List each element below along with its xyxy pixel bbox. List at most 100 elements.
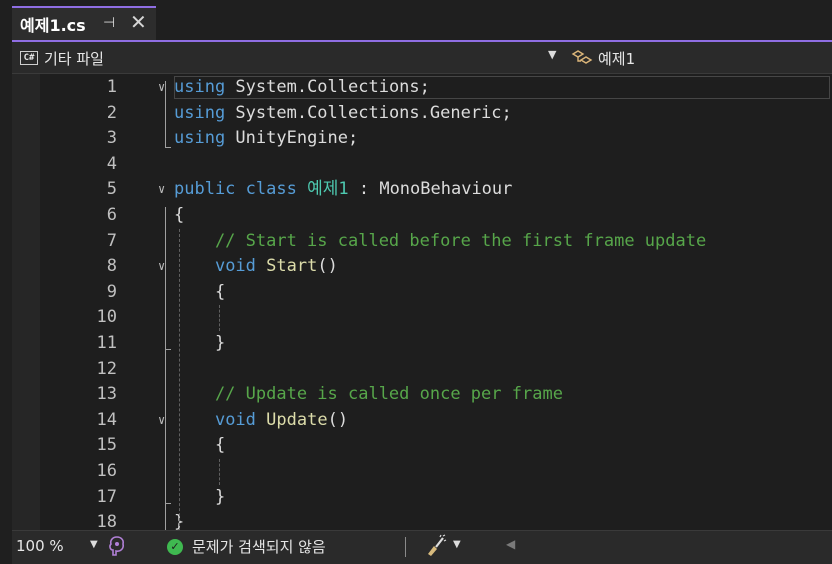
class-icon bbox=[571, 50, 593, 64]
code-token: class bbox=[245, 179, 297, 200]
code-text: { bbox=[174, 433, 225, 459]
code-line[interactable]: 2 using System.Collections.Generic; bbox=[12, 101, 832, 127]
issues-status[interactable]: 문제가 검색되지 않음 bbox=[192, 536, 326, 557]
code-text: { bbox=[174, 280, 225, 306]
line-number: 15 bbox=[96, 435, 117, 456]
code-token: { bbox=[174, 205, 185, 225]
line-number: 17 bbox=[96, 486, 117, 507]
code-token: } bbox=[174, 333, 226, 353]
project-dropdown[interactable]: C# 기타 파일 bbox=[14, 45, 564, 71]
class-dropdown[interactable]: 예제1 bbox=[570, 45, 832, 71]
intellicode-icon[interactable] bbox=[107, 535, 127, 557]
code-text: using UnityEngine; bbox=[174, 126, 358, 152]
indent-guide bbox=[219, 459, 220, 485]
line-number: 12 bbox=[96, 358, 117, 379]
chevron-down-icon[interactable]: ▼ bbox=[548, 48, 556, 61]
horizontal-scrollbar[interactable] bbox=[527, 535, 827, 559]
status-bar: 100 % ▼ ✓ 문제가 검색되지 않음 ▼ ◀ bbox=[12, 530, 832, 564]
code-text: } bbox=[174, 331, 225, 357]
code-token: Start bbox=[266, 256, 318, 277]
code-line[interactable]: 12 bbox=[12, 357, 832, 383]
code-line[interactable]: 7 // Start is called before the first fr… bbox=[12, 229, 832, 255]
code-editor[interactable]: 1 ∨ using System.Collections; 2 using System… bbox=[12, 74, 832, 530]
pin-icon[interactable]: ⊣ bbox=[103, 15, 115, 31]
line-number: 4 bbox=[106, 153, 117, 174]
code-line[interactable]: 10 bbox=[12, 305, 832, 331]
code-token: UnityEngine; bbox=[225, 128, 359, 149]
line-number: 2 bbox=[106, 102, 117, 123]
code-token: : MonoBehaviour bbox=[348, 179, 513, 200]
line-number: 8 bbox=[106, 256, 117, 277]
code-line[interactable]: 8 ∨ void Start() bbox=[12, 254, 832, 280]
line-number: 16 bbox=[96, 461, 117, 481]
code-token: System.Collections.Generic; bbox=[225, 102, 512, 123]
line-number: 7 bbox=[106, 230, 117, 251]
outline-guide-end bbox=[165, 349, 171, 350]
code-token: void bbox=[214, 409, 256, 430]
code-line[interactable]: 17 } bbox=[12, 485, 832, 511]
zoom-level[interactable]: 100 % bbox=[16, 537, 64, 555]
code-line[interactable]: 16 bbox=[12, 459, 832, 485]
code-token: // Update is called once per frame bbox=[174, 384, 563, 405]
class-label: 예제1 bbox=[598, 49, 636, 68]
code-line[interactable]: 15 { bbox=[12, 433, 832, 459]
tab-title: 예제1.cs bbox=[20, 16, 86, 35]
code-line[interactable]: 13 // Update is called once per frame bbox=[12, 382, 832, 408]
scroll-left-icon[interactable]: ◀ bbox=[506, 537, 515, 551]
code-line[interactable]: 14 ∨ void Update() bbox=[12, 408, 832, 434]
line-number: 14 bbox=[96, 409, 117, 430]
outline-guide-end bbox=[165, 502, 171, 504]
code-token: { bbox=[174, 281, 226, 302]
csharp-file-icon: C# bbox=[20, 51, 38, 65]
code-token: using bbox=[174, 77, 226, 97]
code-text: void Update() bbox=[174, 408, 348, 434]
indent-guide bbox=[179, 228, 180, 530]
zoom-dropdown-icon[interactable]: ▼ bbox=[90, 539, 98, 550]
code-line[interactable]: 11 } bbox=[12, 331, 832, 357]
status-divider bbox=[405, 537, 406, 557]
outline-guide bbox=[165, 283, 166, 349]
code-line[interactable]: 9 { bbox=[12, 280, 832, 306]
code-token: System.Collections; bbox=[225, 77, 430, 97]
line-number: 3 bbox=[106, 128, 117, 149]
code-text: } bbox=[174, 485, 225, 511]
code-token: using bbox=[174, 102, 226, 123]
code-token: () bbox=[317, 256, 338, 277]
code-text: { bbox=[174, 203, 184, 229]
code-text: void Start() bbox=[174, 254, 338, 280]
code-line[interactable]: 3 using UnityEngine; bbox=[12, 126, 832, 152]
navigation-bar: C# 기타 파일 ▼ 예제1 bbox=[12, 42, 832, 74]
line-number: 18 bbox=[96, 512, 117, 530]
check-circle-icon: ✓ bbox=[167, 539, 183, 555]
line-number: 1 bbox=[106, 77, 117, 97]
code-token: // Start is called before the first fram… bbox=[174, 230, 707, 251]
code-token: void bbox=[214, 256, 256, 277]
collapse-icon[interactable]: ∨ bbox=[158, 177, 165, 203]
close-icon[interactable]: ✕ bbox=[130, 10, 147, 34]
code-text: public class 예제1 : MonoBehaviour bbox=[174, 177, 512, 203]
outline-guide-end bbox=[165, 147, 171, 149]
code-line[interactable]: 18} bbox=[12, 510, 832, 530]
cleanup-dropdown-icon[interactable]: ▼ bbox=[453, 539, 461, 550]
code-line[interactable]: 6{ bbox=[12, 203, 832, 229]
project-label: 기타 파일 bbox=[44, 49, 104, 68]
line-number: 5 bbox=[106, 179, 117, 200]
code-line[interactable]: 1 ∨ using System.Collections; bbox=[12, 75, 832, 101]
tab-bar: 예제1.cs ⊣ ✕ bbox=[0, 0, 832, 40]
line-number: 10 bbox=[96, 307, 117, 328]
code-token: 예제1 bbox=[307, 179, 349, 200]
code-token: { bbox=[174, 435, 226, 456]
code-line[interactable]: 4 bbox=[12, 152, 832, 178]
tab-file[interactable]: 예제1.cs ⊣ ✕ bbox=[12, 6, 156, 40]
code-cleanup-icon[interactable] bbox=[424, 534, 448, 558]
code-token: () bbox=[327, 409, 349, 430]
code-line[interactable]: 5 ∨ public class 예제1 : MonoBehaviour bbox=[12, 177, 832, 203]
indent-guide bbox=[219, 305, 220, 331]
line-number: 6 bbox=[106, 205, 117, 225]
outline-guide bbox=[165, 81, 166, 148]
